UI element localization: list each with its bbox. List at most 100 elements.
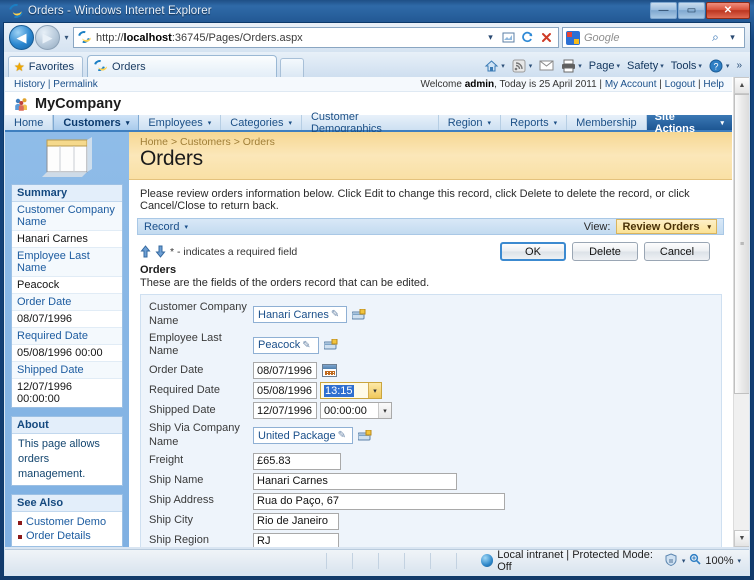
command-bar: ▾ ▾ ▾ Page ▾ Safety ▾ Tools ▾ ? ▾ » [482,54,750,77]
nav-item-categories[interactable]: Categories ▾ [221,115,302,130]
move-down-icon[interactable] [155,245,166,258]
nav-item-membership[interactable]: Membership [567,115,647,130]
refresh-button[interactable] [518,28,537,47]
history-link[interactable]: History [14,79,45,90]
move-up-icon[interactable] [140,245,151,258]
feeds-button[interactable]: ▾ [510,59,535,73]
field-input-ship-region[interactable]: RJ [253,532,339,547]
lookup-icon[interactable] [351,308,367,321]
scroll-thumb[interactable]: ≡ [734,94,749,394]
ok-button-top[interactable]: OK [500,242,566,261]
cancel-button-top[interactable]: Cancel [644,242,710,261]
edit-pencil-icon[interactable]: ✎ [331,309,339,320]
field-input-ship-name[interactable]: Hanari Carnes [253,472,457,490]
tools-menu[interactable]: Tools ▾ [669,60,704,72]
privacy-report-icon[interactable] [664,552,678,569]
search-box[interactable]: Google ⌕ ▾ [562,27,745,48]
scroll-up-button[interactable]: ▲ [734,77,749,94]
field-input-ship-address[interactable]: Rua do Paço, 67 [253,492,505,510]
field-input-shipped-time[interactable]: 00:00:00 ▾ [320,402,392,419]
lookup-icon[interactable] [323,338,339,351]
print-button[interactable]: ▾ [559,59,584,73]
view-select[interactable]: Review Orders ▾ [616,219,717,234]
privacy-caret[interactable]: ▾ [682,557,686,565]
stop-button[interactable] [537,28,556,47]
see-also-link-order-details[interactable]: Order Details [12,529,122,543]
breadcrumb-orders[interactable]: Orders [243,136,275,148]
compatibility-view-icon[interactable] [499,28,518,47]
record-menu[interactable]: Record ▾ [144,221,188,233]
page-menu-label: Page [588,59,615,72]
logout-link[interactable]: Logout [665,79,696,90]
safety-menu[interactable]: Safety ▾ [625,60,666,72]
nav-item-reports[interactable]: Reports ▾ [501,115,568,130]
nav-item-customer-demographics[interactable]: Customer Demographics [302,111,439,135]
field-input-freight[interactable]: £65.83 [253,452,341,470]
nav-item-region[interactable]: Region ▾ [439,115,502,130]
address-dropdown-caret[interactable]: ▾ [482,32,499,43]
page-scrollbar[interactable]: ▲ ≡ ▼ [733,77,749,547]
browser-tab-orders[interactable]: Orders [87,55,278,77]
address-bar[interactable]: http://localhost:36745/Pages/Orders.aspx… [73,27,559,48]
page-caret[interactable]: ▾ [617,62,621,70]
nav-item-home[interactable]: Home [5,115,54,130]
chevron-down-icon: ▾ [184,223,188,231]
address-input[interactable]: http://localhost:36745/Pages/Orders.aspx [96,32,482,44]
scroll-down-button[interactable]: ▼ [734,530,749,547]
favorites-button[interactable]: ★ Favorites [8,56,84,77]
see-also-link-customer-demo[interactable]: Customer Demo [12,515,122,529]
mail-button[interactable] [537,59,556,73]
nav-item-employees[interactable]: Employees ▾ [139,115,222,130]
delete-button-top[interactable]: Delete [572,242,638,261]
recent-pages-caret[interactable]: ▾ [60,33,73,42]
field-input-customer-company-name[interactable]: Hanari Carnes ✎ [253,306,347,324]
chevron-down-icon[interactable]: ▾ [368,383,381,398]
new-tab-button[interactable] [280,58,305,77]
field-input-required-date[interactable]: 05/08/1996 [253,382,317,399]
field-input-order-date[interactable]: 08/07/1996 [253,362,317,379]
chevron-down-icon: ▾ [553,119,558,127]
field-input-shipped-date[interactable]: 12/07/1996 [253,402,317,419]
maximize-button[interactable]: ▭ [678,2,705,19]
form-section-subtitle: These are the fields of the orders recor… [140,277,430,289]
search-submit-icon[interactable]: ⌕ [707,30,724,45]
svg-text:?: ? [713,61,718,71]
search-provider-caret[interactable]: ▾ [724,32,741,43]
zoom-level[interactable]: 100% [705,555,733,567]
field-label-freight: Freight [149,454,184,467]
print-caret[interactable]: ▾ [578,62,582,70]
help-caret[interactable]: ▾ [726,62,730,70]
safety-caret[interactable]: ▾ [660,62,664,70]
edit-pencil-icon[interactable]: ✎ [302,340,310,351]
lookup-icon[interactable] [357,429,373,442]
home-button[interactable]: ▾ [482,59,507,73]
zoom-icon[interactable] [689,553,701,568]
nav-item-customers[interactable]: Customers ▾ [53,115,140,130]
internet-zone-icon [480,554,494,567]
close-button[interactable]: ✕ [706,2,750,19]
feeds-caret[interactable]: ▾ [529,62,533,70]
chevron-down-icon[interactable]: ▾ [378,403,391,418]
page-menu[interactable]: Page ▾ [587,60,622,72]
field-input-ship-city[interactable]: Rio de Janeiro [253,512,339,530]
zoom-caret[interactable]: ▾ [738,557,742,565]
home-caret[interactable]: ▾ [501,62,505,70]
field-input-employee-last-name[interactable]: Peacock ✎ [253,336,319,354]
tools-caret[interactable]: ▾ [698,62,702,70]
help-link[interactable]: Help [703,79,724,90]
help-menu[interactable]: ? ▾ [707,59,732,73]
forward-button[interactable]: ▶ [35,25,60,50]
minimize-button[interactable]: — [650,2,677,19]
field-input-required-time[interactable]: 13:15 ▾ [320,382,382,399]
welcome-date: , Today is 25 April 2011 | [494,78,605,90]
site-actions-menu[interactable]: Site Actions ▾ [646,111,732,135]
field-input-ship-via-company-name[interactable]: United Package ✎ [253,427,353,445]
search-input[interactable]: Google [584,32,707,44]
overflow-chevron[interactable]: » [734,60,744,71]
security-zone[interactable]: Local intranet | Protected Mode: Off [480,549,664,573]
calendar-icon[interactable] [322,364,337,377]
permalink-link[interactable]: Permalink [53,79,97,90]
my-account-link[interactable]: My Account [605,79,657,90]
back-button[interactable]: ◀ [9,25,34,50]
edit-pencil-icon[interactable]: ✎ [338,430,346,441]
